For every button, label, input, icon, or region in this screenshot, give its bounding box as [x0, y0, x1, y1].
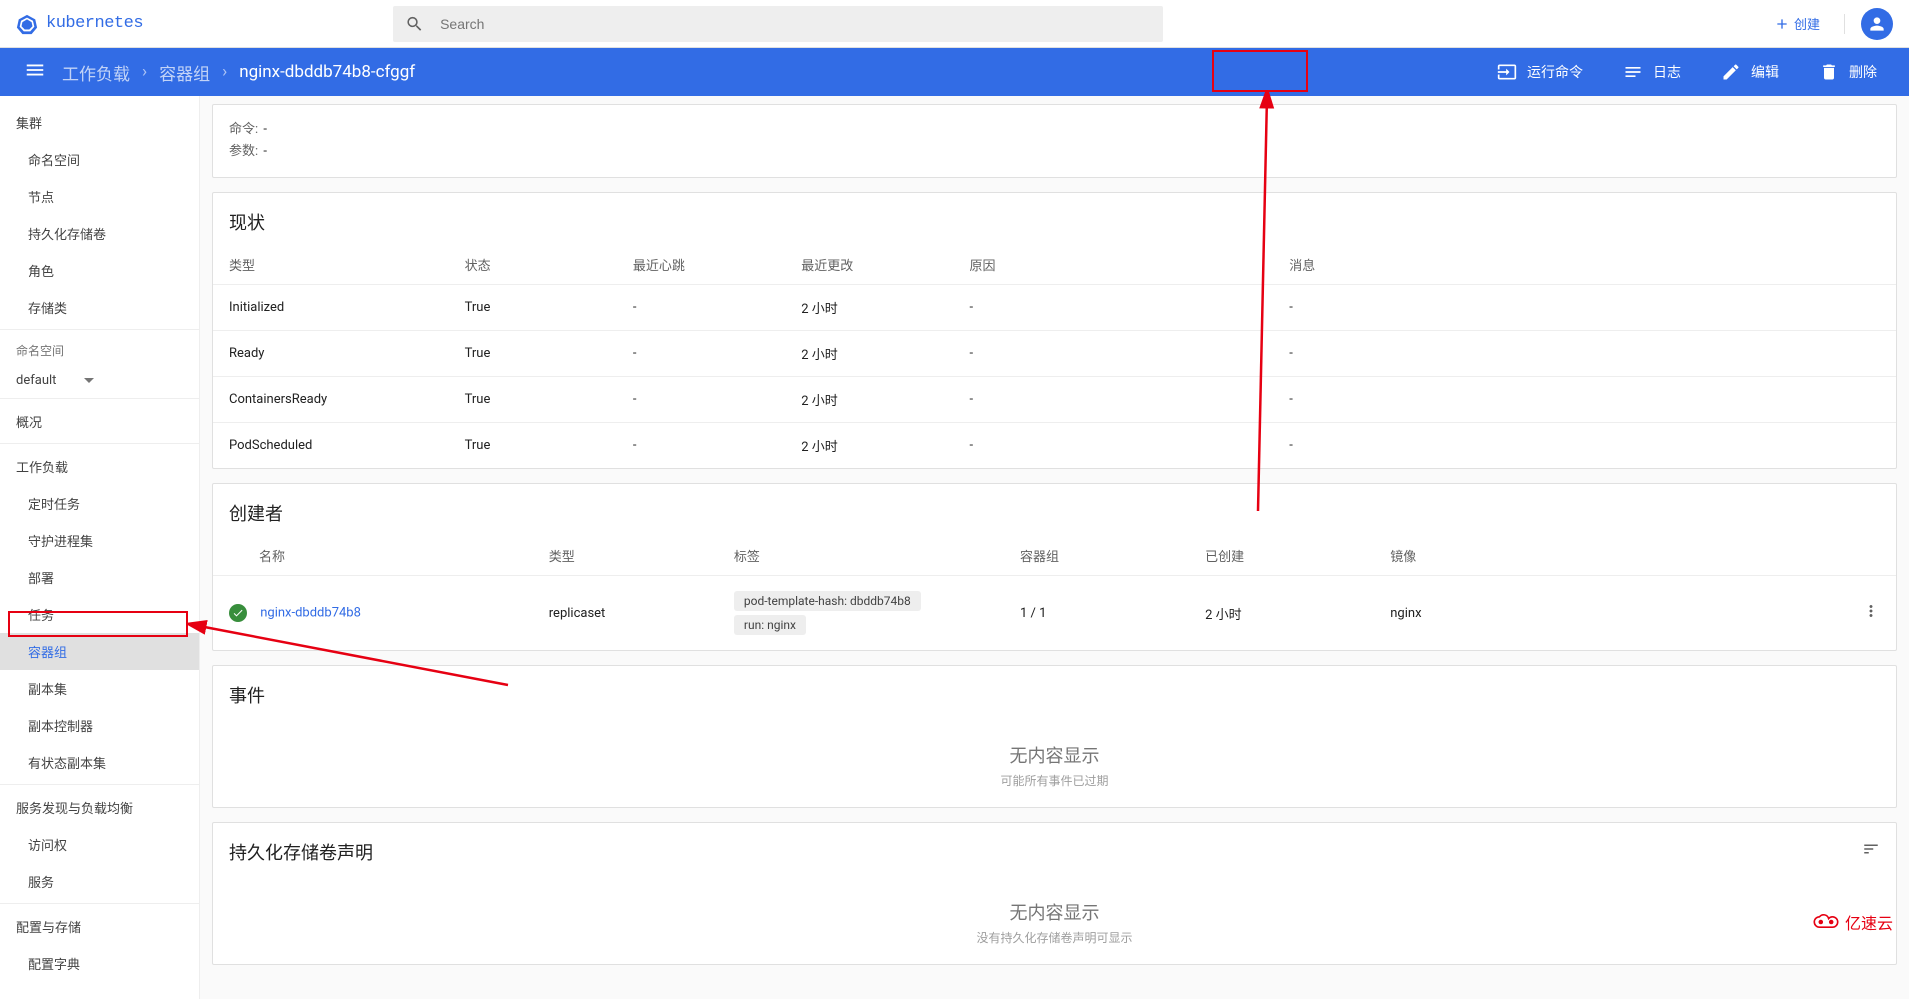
- create-button[interactable]: 创建: [1766, 10, 1828, 37]
- filter-icon[interactable]: [1862, 840, 1880, 858]
- creator-title: 创建者: [213, 484, 1896, 536]
- status-table: 类型 状态 最近心跳 最近更改 原因 消息 InitializedTrue-2 …: [213, 245, 1896, 468]
- events-card: 事件 无内容显示 可能所有事件已过期: [212, 665, 1897, 808]
- user-icon: [1867, 14, 1887, 34]
- creator-table: 名称 类型 标签 容器组 已创建 镜像 nginx-dbddb74b8 repl…: [213, 536, 1896, 650]
- events-empty: 无内容显示 可能所有事件已过期: [213, 718, 1896, 807]
- nav-pv[interactable]: 持久化存储卷: [0, 215, 199, 252]
- nav-config[interactable]: 配置与存储: [0, 908, 199, 945]
- creator-row: nginx-dbddb74b8 replicaset pod-template-…: [213, 576, 1896, 651]
- action-bar: 工作负载 › 容器组 › nginx-dbddb74b8-cfggf 运行命令 …: [0, 48, 1909, 96]
- table-row: ReadyTrue-2 小时--: [213, 331, 1896, 377]
- edit-icon: [1721, 62, 1741, 82]
- breadcrumb: 工作负载 › 容器组 › nginx-dbddb74b8-cfggf: [62, 60, 415, 85]
- table-row: InitializedTrue-2 小时--: [213, 285, 1896, 331]
- nav-daemonsets[interactable]: 守护进程集: [0, 522, 199, 559]
- nav-services[interactable]: 服务: [0, 863, 199, 904]
- table-row: ContainersReadyTrue-2 小时--: [213, 377, 1896, 423]
- nav-replicasets[interactable]: 副本集: [0, 670, 199, 707]
- nav-storage-classes[interactable]: 存储类: [0, 289, 199, 330]
- cmd-row: 命令: -: [229, 119, 1880, 141]
- nav-cronjobs[interactable]: 定时任务: [0, 485, 199, 522]
- creator-labels: pod-template-hash: dbddb74b8 run: nginx: [718, 576, 1004, 651]
- nav-ingresses[interactable]: 访问权: [0, 826, 199, 863]
- logs-button[interactable]: 日志: [1607, 54, 1697, 90]
- creator-name-link[interactable]: nginx-dbddb74b8: [260, 605, 361, 620]
- user-avatar[interactable]: [1861, 8, 1893, 40]
- plus-icon: [1774, 16, 1790, 32]
- nav-nodes[interactable]: 节点: [0, 178, 199, 215]
- info-card: 命令: - 参数: -: [212, 104, 1897, 178]
- delete-icon: [1819, 62, 1839, 82]
- dropdown-icon: [84, 376, 94, 386]
- status-title: 现状: [213, 193, 1896, 245]
- chevron-right-icon: ›: [222, 62, 227, 82]
- breadcrumb-pods[interactable]: 容器组: [159, 60, 210, 85]
- logo-section[interactable]: kubernetes: [16, 12, 143, 36]
- breadcrumb-current: nginx-dbddb74b8-cfggf: [239, 62, 415, 82]
- namespace-select[interactable]: default: [0, 363, 199, 399]
- logo-text: kubernetes: [46, 14, 143, 33]
- nav-pods[interactable]: 容器组: [0, 633, 199, 670]
- action-buttons: 运行命令 日志 编辑 删除: [1481, 54, 1893, 90]
- status-card: 现状 类型 状态 最近心跳 最近更改 原因 消息 InitializedTrue…: [212, 192, 1897, 469]
- menu-icon: [24, 59, 46, 81]
- menu-button[interactable]: [16, 59, 54, 85]
- exec-icon: [1497, 62, 1517, 82]
- nav-deployments[interactable]: 部署: [0, 559, 199, 596]
- events-title: 事件: [213, 666, 1896, 718]
- label-chip: pod-template-hash: dbddb74b8: [734, 591, 921, 611]
- nav-overview[interactable]: 概况: [0, 403, 199, 444]
- main-content: 命令: - 参数: - 现状 类型 状态 最近心跳 最近更改 原因 消息: [200, 96, 1909, 999]
- watermark-icon: [1813, 912, 1839, 932]
- pvc-empty: 无内容显示 没有持久化存储卷声明可显示: [213, 875, 1896, 964]
- divider: [1844, 14, 1845, 34]
- nav-workloads[interactable]: 工作负载: [0, 448, 199, 485]
- label-chip: run: nginx: [734, 615, 806, 635]
- sidebar: 集群 命名空间 节点 持久化存储卷 角色 存储类 命名空间 default 概况…: [0, 96, 200, 999]
- kubernetes-logo-icon: [16, 12, 38, 36]
- delete-button[interactable]: 删除: [1803, 54, 1893, 90]
- nav-roles[interactable]: 角色: [0, 252, 199, 289]
- watermark: 亿速云: [1813, 910, 1893, 934]
- edit-button[interactable]: 编辑: [1705, 54, 1795, 90]
- chevron-right-icon: ›: [142, 62, 147, 82]
- logs-icon: [1623, 62, 1643, 82]
- breadcrumb-workloads[interactable]: 工作负载: [62, 60, 130, 85]
- search-icon: [405, 14, 424, 34]
- status-ok-icon: [229, 604, 247, 622]
- pvc-title: 持久化存储卷声明: [213, 823, 1862, 875]
- args-row: 参数: -: [229, 141, 1880, 163]
- more-icon[interactable]: [1862, 602, 1880, 620]
- nav-jobs[interactable]: 任务: [0, 596, 199, 633]
- nav-rc[interactable]: 副本控制器: [0, 707, 199, 744]
- nav-cluster[interactable]: 集群: [0, 104, 199, 141]
- table-row: PodScheduledTrue-2 小时--: [213, 423, 1896, 469]
- search-box[interactable]: [393, 6, 1163, 42]
- nav-namespaces[interactable]: 命名空间: [0, 141, 199, 178]
- nav-discovery[interactable]: 服务发现与负载均衡: [0, 789, 199, 826]
- creator-card: 创建者 名称 类型 标签 容器组 已创建 镜像 nginx-dbddb74b8: [212, 483, 1897, 651]
- nav-configmaps[interactable]: 配置字典: [0, 945, 199, 982]
- exec-button[interactable]: 运行命令: [1481, 54, 1599, 90]
- ns-label: 命名空间: [0, 334, 199, 363]
- top-right: 创建: [1766, 8, 1893, 40]
- top-header: kubernetes 创建: [0, 0, 1909, 48]
- search-input[interactable]: [440, 16, 1151, 32]
- annotation-highlight-exec: [1212, 50, 1308, 92]
- nav-statefulsets[interactable]: 有状态副本集: [0, 744, 199, 785]
